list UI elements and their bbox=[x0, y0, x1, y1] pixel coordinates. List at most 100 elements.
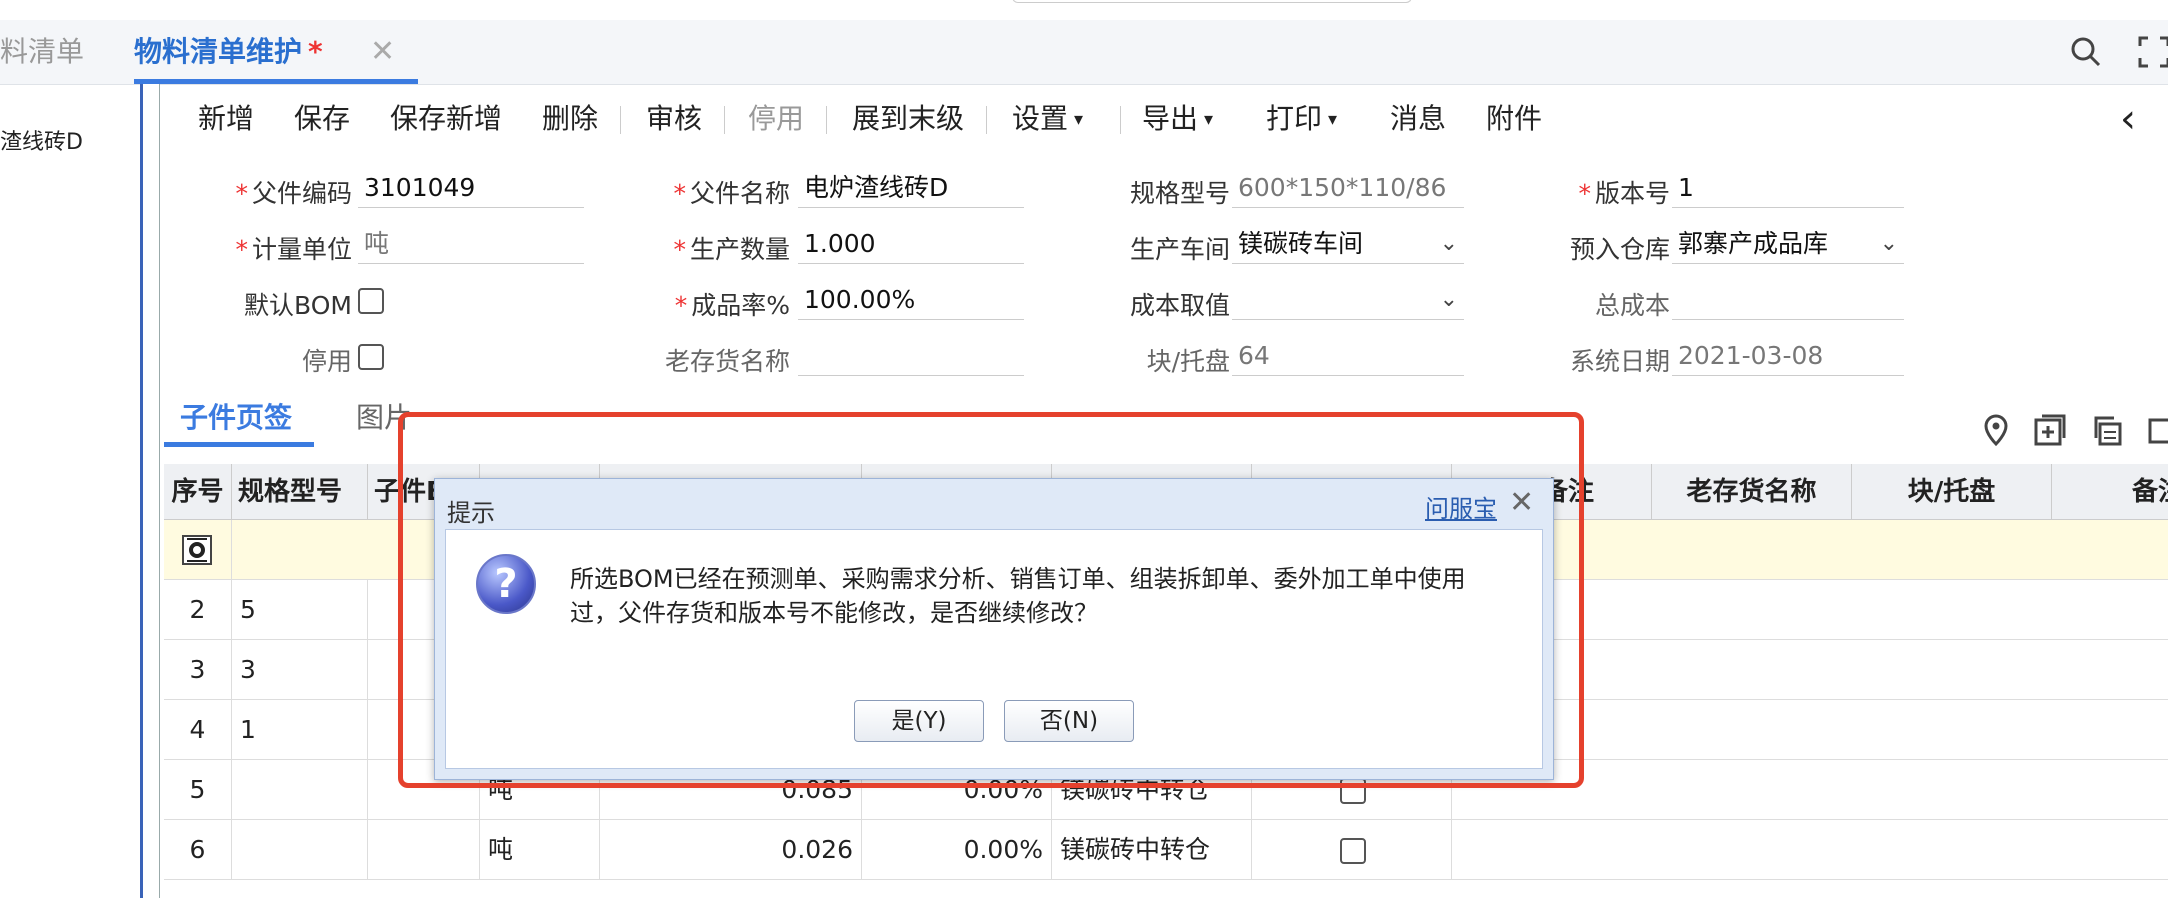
top-strip bbox=[0, 0, 2168, 21]
cell-warehouse[interactable]: 镁碳砖中转仓 bbox=[1052, 820, 1252, 880]
tab-bom-maintenance[interactable]: 物料清单维护 * ✕ bbox=[134, 20, 418, 84]
per-pallet-field[interactable]: 64 bbox=[1232, 336, 1464, 376]
workshop-value: 镁碳砖车间 bbox=[1238, 229, 1364, 258]
export-menu[interactable]: 导出 ▾ bbox=[1142, 94, 1213, 144]
divider bbox=[1120, 106, 1121, 134]
print-menu[interactable]: 打印 ▾ bbox=[1266, 94, 1337, 144]
quantity-label: * 生产数量 bbox=[673, 235, 790, 264]
splitter-bar[interactable] bbox=[140, 84, 160, 898]
col-remark-2[interactable]: 备注 bbox=[2052, 464, 2168, 520]
parent-name-label: * 父件名称 bbox=[673, 179, 790, 208]
old-name-field[interactable] bbox=[798, 336, 1024, 376]
col-old-name[interactable]: 老存货名称 bbox=[1652, 464, 1852, 520]
col-seq[interactable]: 序号 bbox=[164, 464, 232, 520]
disable-button[interactable]: 停用 bbox=[748, 94, 804, 144]
cell-check[interactable] bbox=[1252, 820, 1452, 880]
save-new-button[interactable]: 保存新增 bbox=[390, 94, 502, 144]
workshop-select[interactable]: 镁碳砖车间 ⌄ bbox=[1232, 224, 1464, 264]
left-tree-item[interactable]: 渣线砖D bbox=[0, 124, 83, 156]
delete-button[interactable]: 删除 bbox=[542, 94, 598, 144]
search-icon[interactable] bbox=[2068, 34, 2104, 70]
attachment-button[interactable]: 附件 bbox=[1486, 94, 1542, 144]
parent-name-field[interactable]: 电炉渣线砖D bbox=[798, 168, 1024, 208]
sys-date-field[interactable]: 2021-03-08 bbox=[1672, 336, 1904, 376]
cell-seq: 6 bbox=[164, 820, 232, 880]
row-settings-cell[interactable] bbox=[164, 520, 232, 580]
tab-bar: 料清单 物料清单维护 * ✕ bbox=[0, 20, 2168, 85]
cell-spec[interactable]: 1 bbox=[232, 700, 368, 760]
cell-spec[interactable] bbox=[232, 820, 368, 880]
cell-seq: 5 bbox=[164, 760, 232, 820]
insert-row-icon[interactable] bbox=[2146, 412, 2168, 448]
highlight-annotation bbox=[398, 412, 1584, 788]
tab-child-items[interactable]: 子件页签 bbox=[163, 396, 315, 447]
warehouse-value: 郭寨产成品库 bbox=[1678, 229, 1829, 258]
cell-qty[interactable]: 0.026 bbox=[600, 820, 862, 880]
cell-child[interactable] bbox=[368, 820, 480, 880]
settings-menu[interactable]: 设置 ▾ bbox=[1012, 94, 1083, 144]
spec-label: 规格型号 bbox=[1129, 179, 1230, 208]
row-settings-icon[interactable] bbox=[182, 535, 212, 565]
settings-label: 设置 bbox=[1012, 102, 1069, 135]
tab-close-icon[interactable]: ✕ bbox=[370, 20, 395, 84]
col-per-pallet[interactable]: 块/托盘 bbox=[1852, 464, 2052, 520]
divider bbox=[826, 106, 827, 134]
col-spec[interactable]: 规格型号 bbox=[232, 464, 368, 520]
cell-rate[interactable]: 0.00% bbox=[862, 820, 1052, 880]
version-field[interactable]: 1 bbox=[1672, 168, 1904, 208]
toolbar: 新增 保存 保存新增 删除 审核 停用 展到末级 设置 ▾ 导出 ▾ 打印 ▾ 消息 … bbox=[160, 94, 2160, 144]
divider bbox=[986, 106, 987, 134]
yield-rate-field[interactable]: 100.00% bbox=[798, 280, 1024, 320]
cell-seq: 4 bbox=[164, 700, 232, 760]
fullscreen-icon[interactable] bbox=[2136, 34, 2168, 70]
warehouse-label: 预入仓库 bbox=[1569, 235, 1670, 264]
chevron-down-icon: ▾ bbox=[1204, 109, 1214, 130]
cell-rest[interactable] bbox=[1452, 820, 2168, 880]
export-label: 导出 bbox=[1142, 102, 1199, 135]
add-button[interactable]: 新增 bbox=[198, 94, 254, 144]
copy-row-icon[interactable] bbox=[2090, 412, 2126, 448]
cell-seq: 3 bbox=[164, 640, 232, 700]
chevron-down-icon: ⌄ bbox=[1439, 231, 1458, 256]
yield-rate-label: * 成品率% bbox=[674, 291, 790, 320]
location-pin-icon[interactable] bbox=[1978, 412, 2014, 448]
default-bom-checkbox[interactable] bbox=[358, 288, 384, 314]
cost-value-select[interactable]: ⌄ bbox=[1232, 280, 1464, 320]
cell-spec[interactable] bbox=[232, 760, 368, 820]
spec-field[interactable]: 600*150*110/86 bbox=[1232, 168, 1464, 208]
total-cost-label: 总成本 bbox=[1594, 291, 1670, 320]
unit-field[interactable]: 吨 bbox=[358, 224, 584, 264]
divider bbox=[724, 106, 725, 134]
sys-date-label: 系统日期 bbox=[1569, 347, 1670, 376]
total-cost-field[interactable] bbox=[1672, 280, 1904, 320]
print-label: 打印 bbox=[1266, 102, 1323, 135]
per-pallet-label: 块/托盘 bbox=[1146, 347, 1230, 376]
cost-value-label: 成本取值 bbox=[1129, 291, 1230, 320]
tab-bom-list[interactable]: 料清单 bbox=[0, 20, 84, 84]
disabled-label: 停用 bbox=[301, 347, 352, 376]
add-row-icon[interactable] bbox=[2032, 412, 2068, 448]
top-search-field[interactable] bbox=[1012, 0, 1412, 3]
message-button[interactable]: 消息 bbox=[1390, 94, 1446, 144]
audit-button[interactable]: 审核 bbox=[646, 94, 702, 144]
chevron-down-icon: ⌄ bbox=[1879, 231, 1898, 256]
save-button[interactable]: 保存 bbox=[294, 94, 350, 144]
collapse-chevron-left-icon[interactable]: ‹ bbox=[2120, 96, 2136, 142]
parent-code-field[interactable]: 3101049 bbox=[358, 168, 584, 208]
quantity-field[interactable]: 1.000 bbox=[798, 224, 1024, 264]
disabled-checkbox[interactable] bbox=[358, 344, 384, 370]
cell-spec[interactable]: 3 bbox=[232, 640, 368, 700]
parent-code-label: * 父件编码 bbox=[235, 179, 352, 208]
warehouse-select[interactable]: 郭寨产成品库 ⌄ bbox=[1672, 224, 1904, 264]
chevron-down-icon: ▾ bbox=[1074, 109, 1084, 130]
version-label: * 版本号 bbox=[1578, 179, 1670, 208]
cell-unit[interactable]: 吨 bbox=[480, 820, 600, 880]
workshop-label: 生产车间 bbox=[1129, 235, 1230, 264]
chevron-down-icon: ⌄ bbox=[1439, 287, 1458, 312]
default-bom-label: 默认BOM bbox=[244, 291, 352, 320]
old-name-label: 老存货名称 bbox=[664, 347, 790, 376]
row-checkbox[interactable] bbox=[1340, 838, 1366, 864]
tab-label: 物料清单维护 bbox=[134, 35, 303, 68]
cell-spec[interactable]: 5 bbox=[232, 580, 368, 640]
expand-to-last-button[interactable]: 展到末级 bbox=[852, 94, 964, 144]
